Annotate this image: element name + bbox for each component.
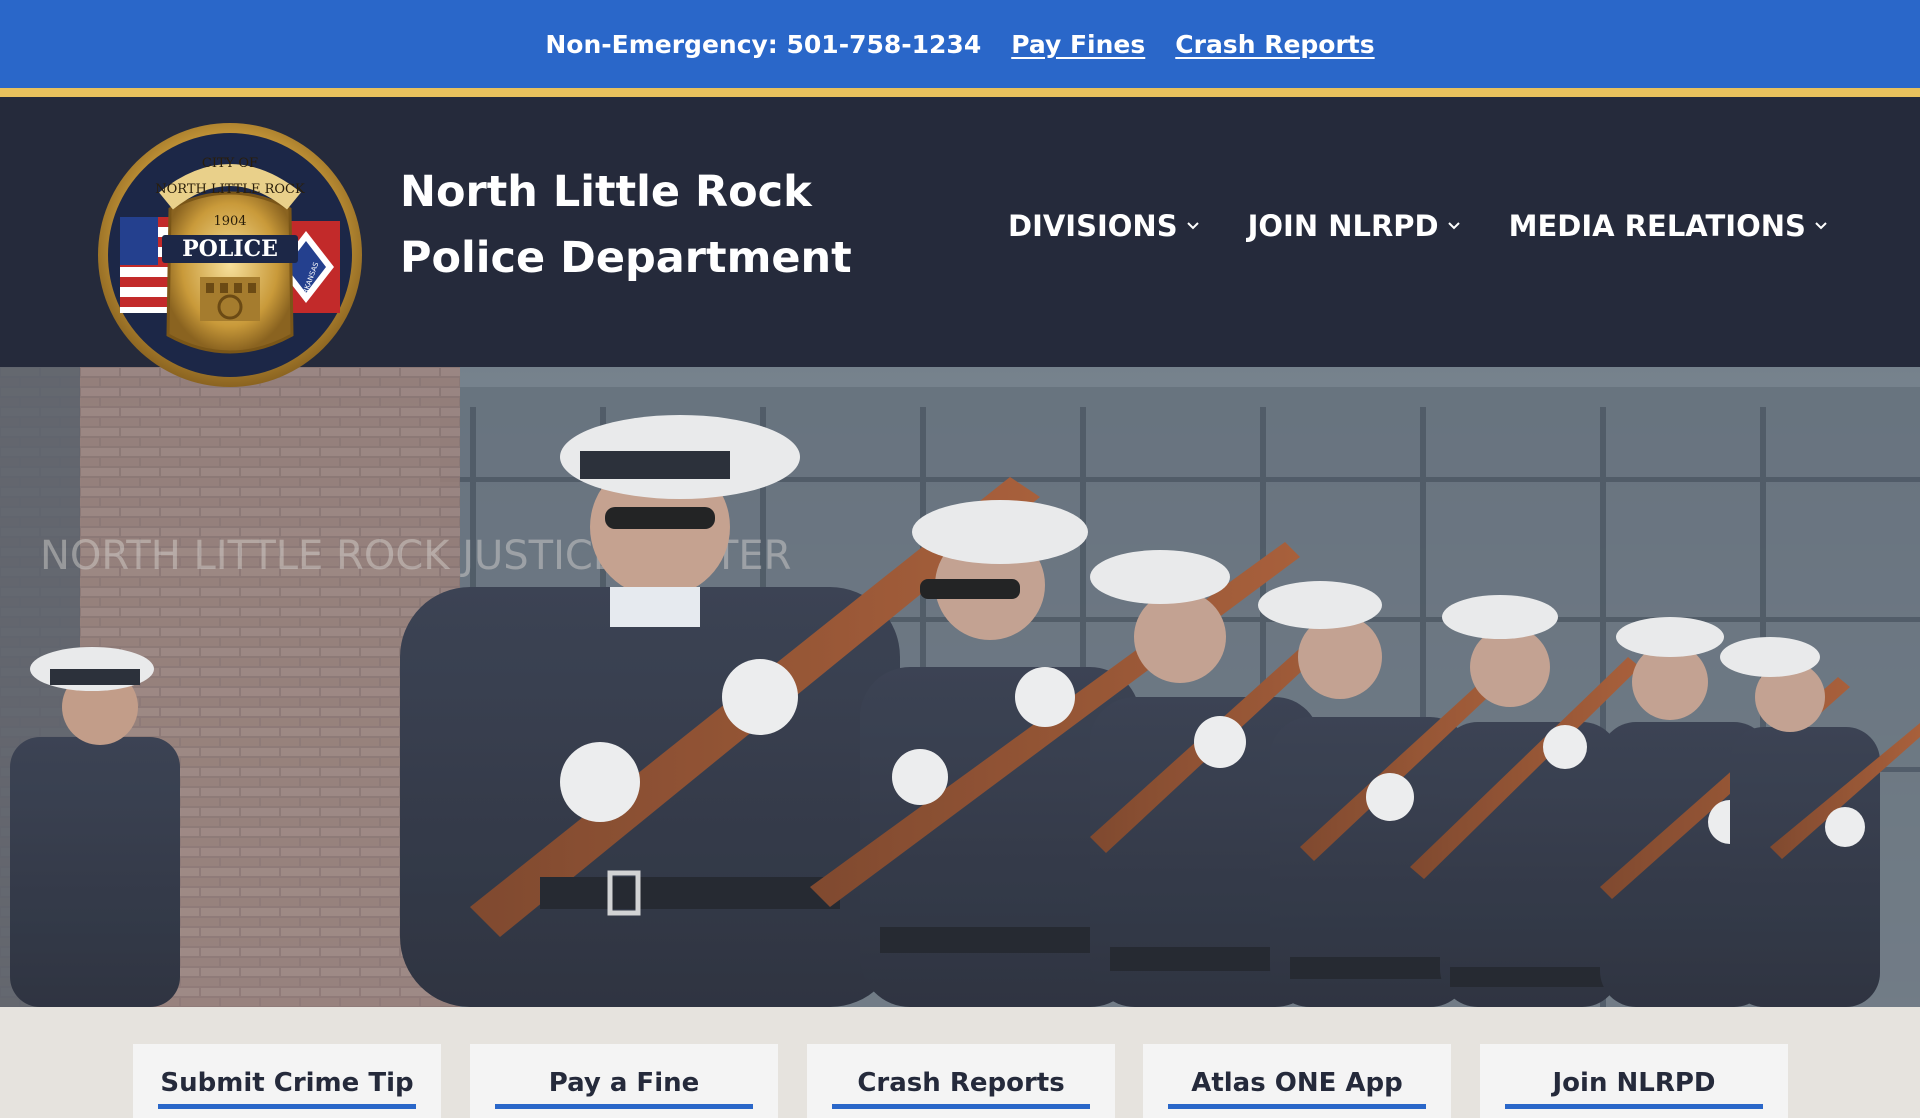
card-underline [832, 1104, 1090, 1109]
site-header: POLICE CITY OF NORTH LITTLE ROCK 1904 AR… [0, 97, 1920, 387]
card-crash-reports[interactable]: Crash Reports [807, 1044, 1115, 1118]
card-underline [495, 1104, 753, 1109]
utility-bar: Non-Emergency: 501-758-1234 Pay Fines Cr… [0, 0, 1920, 88]
card-submit-crime-tip[interactable]: Submit Crime Tip [133, 1044, 441, 1118]
nav-join-nlrpd[interactable]: JOIN NLRPD [1248, 209, 1461, 243]
card-label: Join NLRPD [1552, 1068, 1716, 1098]
chevron-down-icon [1186, 222, 1199, 230]
card-underline [158, 1104, 416, 1109]
card-underline [1505, 1104, 1763, 1109]
chevron-down-icon [1815, 222, 1827, 230]
card-pay-a-fine[interactable]: Pay a Fine [470, 1044, 778, 1118]
card-label: Submit Crime Tip [160, 1068, 414, 1098]
card-label: Crash Reports [857, 1068, 1065, 1098]
card-label: Pay a Fine [548, 1068, 700, 1098]
nav-label: DIVISIONS [1008, 209, 1178, 243]
nav-divisions[interactable]: DIVISIONS [1008, 209, 1200, 243]
card-atlas-one-app[interactable]: Atlas ONE App [1143, 1044, 1451, 1118]
non-emergency-phone: Non-Emergency: 501-758-1234 [545, 29, 982, 59]
card-underline [1168, 1104, 1426, 1109]
honor-guard-photo: NORTH LITTLE ROCK JUSTICE CENTER [0, 367, 1920, 1007]
police-badge-logo[interactable]: POLICE CITY OF NORTH LITTLE ROCK 1904 AR… [96, 121, 364, 389]
pay-fines-link[interactable]: Pay Fines [1011, 30, 1145, 59]
card-label: Atlas ONE App [1191, 1068, 1403, 1098]
site-title-line1: North Little Rock [400, 167, 812, 217]
site-title-line2: Police Department [400, 233, 852, 283]
badge-city-of: CITY OF [202, 156, 258, 171]
badge-year: 1904 [213, 214, 246, 229]
main-nav: DIVISIONS JOIN NLRPD MEDIA RELATIONS [1008, 209, 1828, 243]
nav-label: MEDIA RELATIONS [1508, 209, 1806, 243]
badge-word: POLICE [182, 236, 278, 262]
badge-city-name: NORTH LITTLE ROCK [155, 182, 305, 197]
card-join-nlrpd[interactable]: Join NLRPD [1480, 1044, 1788, 1118]
crash-reports-link[interactable]: Crash Reports [1175, 30, 1374, 59]
gold-divider [0, 88, 1920, 97]
chevron-down-icon [1447, 222, 1460, 230]
site-title[interactable]: North Little Rock Police Department [400, 159, 852, 291]
nav-media-relations[interactable]: MEDIA RELATIONS [1509, 209, 1828, 243]
hero-banner: NORTH LITTLE ROCK JUSTICE CENTER [0, 367, 1920, 1007]
nav-label: JOIN NLRPD [1247, 209, 1439, 243]
quick-links: Submit Crime Tip Pay a Fine Crash Report… [0, 1007, 1920, 1118]
